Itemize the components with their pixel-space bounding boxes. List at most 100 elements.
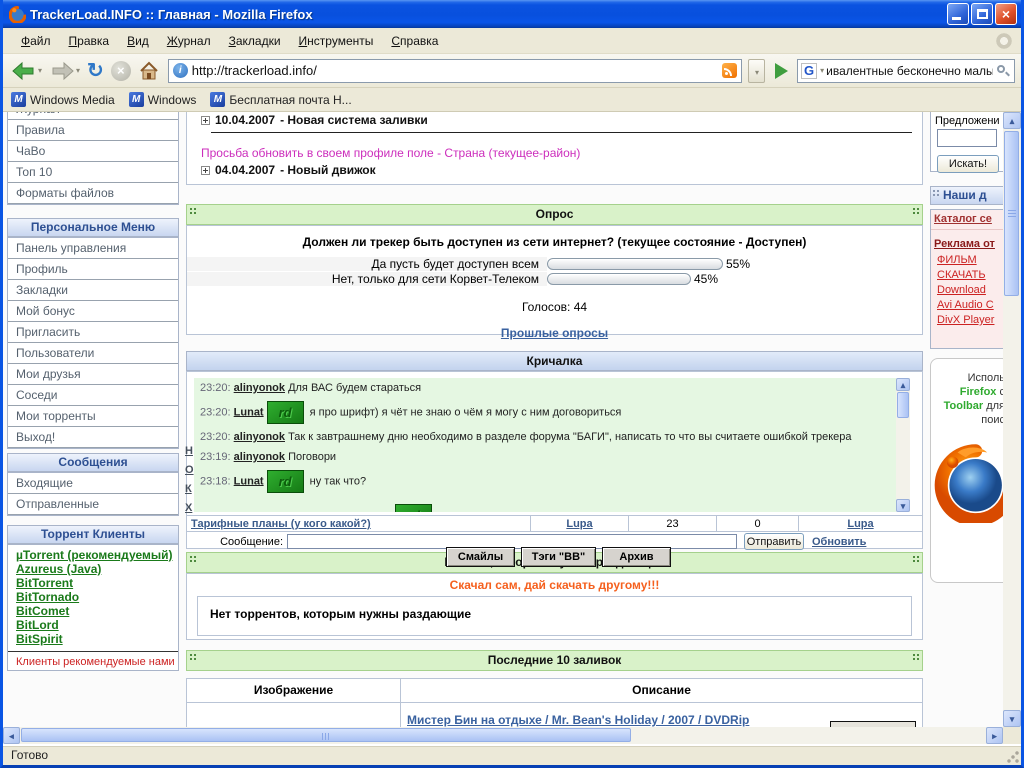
menu-item[interactable]: Инструменты <box>291 31 382 51</box>
rss-feed-icon[interactable] <box>722 63 737 78</box>
topic-user-link[interactable]: Lupa <box>566 518 592 530</box>
chat-scrollbar[interactable]: ▴ ▾ <box>896 378 910 512</box>
sidebar-item[interactable]: Профиль <box>8 259 178 280</box>
smilies-button[interactable]: Смайлы <box>446 547 515 567</box>
sidebar-item[interactable]: Пригласить <box>8 322 178 343</box>
close-button[interactable]: × <box>995 3 1017 25</box>
suggest-search-button[interactable]: Искать! <box>937 155 999 173</box>
chat-scroll-up-icon[interactable]: ▴ <box>896 378 910 391</box>
torrent-client-link[interactable]: BitLord <box>8 619 178 633</box>
google-engine-icon[interactable]: G <box>801 62 818 79</box>
sidebar-item[interactable]: ЧаВо <box>8 141 178 162</box>
go-button[interactable] <box>768 58 794 84</box>
ad-link[interactable]: Avi Audio C <box>931 298 1003 313</box>
chat-scroll-down-icon[interactable]: ▾ <box>896 499 910 512</box>
menu-item[interactable]: Файл <box>13 31 59 51</box>
url-dropdown-button[interactable]: ▾ <box>748 58 765 83</box>
scroll-right-icon[interactable]: ▸ <box>986 727 1003 744</box>
bookmark-item[interactable]: M Windows <box>128 92 196 107</box>
minimize-button[interactable] <box>947 3 969 25</box>
sidebar-item[interactable]: Топ 10 <box>8 162 178 183</box>
horizontal-scrollbar[interactable]: ◂ ▸ <box>3 727 1003 744</box>
bookmark-item[interactable]: M Windows Media <box>11 92 115 107</box>
sidebar-item[interactable]: Правила <box>8 120 178 141</box>
vertical-scroll-thumb[interactable] <box>1004 131 1019 296</box>
bookmark-item[interactable]: M Бесплатная почта Н... <box>210 92 352 107</box>
chat-user-link[interactable]: alinyonok <box>234 382 285 394</box>
ad-link[interactable]: DivX Player <box>931 313 1003 328</box>
menu-item[interactable]: Справка <box>383 31 446 51</box>
refresh-link[interactable]: Обновить <box>812 536 866 548</box>
sidebar-item[interactable]: Пользователи <box>8 343 178 364</box>
bb-tags-button[interactable]: Тэги "BB" <box>521 547 596 567</box>
torrent-client-link[interactable]: BitTorrent <box>8 577 178 591</box>
clipped-link[interactable]: О <box>185 464 194 483</box>
engine-dropdown-icon[interactable]: ▾ <box>820 66 824 75</box>
web-search-input[interactable] <box>826 63 993 78</box>
menu-item[interactable]: Правка <box>61 31 118 51</box>
sidebar-item[interactable]: Журнал <box>8 112 178 120</box>
chat-user-link[interactable]: Lunat <box>234 475 264 487</box>
torrent-client-link[interactable]: BitSpirit <box>8 633 178 647</box>
sidebar-item[interactable]: Мои торренты <box>8 406 178 427</box>
sidebar-item[interactable]: Отправленные <box>8 494 178 515</box>
torrent-client-link[interactable]: BitComet <box>8 605 178 619</box>
clipped-link[interactable]: Н <box>185 445 194 464</box>
sidebar-item[interactable]: Форматы файлов <box>8 183 178 204</box>
ad-link[interactable]: ФИЛЬМ <box>931 253 1003 268</box>
sidebar-item[interactable]: Мой бонус <box>8 301 178 322</box>
ad-link[interactable]: Download <box>931 283 1003 298</box>
menu-item[interactable]: Закладки <box>221 31 289 51</box>
back-dropdown-icon[interactable]: ▾ <box>38 66 42 75</box>
site-info-icon[interactable]: i <box>172 63 188 78</box>
url-input[interactable] <box>191 63 718 78</box>
firefox-promo-box[interactable]: Исполь Firefox с Toolbar для поис <box>930 358 1003 583</box>
sidebar-item[interactable]: Панель управления <box>8 238 178 259</box>
back-button[interactable]: ▾ <box>9 57 44 85</box>
menu-item[interactable]: Журнал <box>159 31 219 51</box>
expand-icon[interactable] <box>201 165 210 175</box>
topic-link[interactable]: Тарифные планы (у кого какой?) <box>191 518 371 530</box>
stop-button[interactable]: × <box>109 57 133 85</box>
scroll-left-icon[interactable]: ◂ <box>3 727 20 744</box>
chat-user-link[interactable]: Lunat <box>234 406 264 418</box>
expand-icon[interactable] <box>201 115 210 125</box>
search-bar[interactable]: G ▾ <box>797 58 1015 83</box>
reload-button[interactable]: ↻ <box>85 57 106 85</box>
news-title[interactable]: - Новый движок <box>280 163 376 177</box>
ad-link[interactable]: СКАЧАТЬ <box>931 268 1003 283</box>
sidebar-item[interactable]: Соседи <box>8 385 178 406</box>
chat-scroll-thumb[interactable] <box>897 392 909 418</box>
torrent-client-link[interactable]: µTorrent (рекомендуемый) <box>8 549 178 563</box>
sidebar-item[interactable]: Выход! <box>8 427 178 448</box>
past-polls-link[interactable]: Прошлые опросы <box>501 326 608 340</box>
scroll-down-icon[interactable]: ▾ <box>1003 710 1021 727</box>
forward-button[interactable]: ▾ <box>47 57 82 85</box>
vertical-scrollbar[interactable]: ▴ ▾ <box>1003 112 1021 727</box>
title-bar[interactable]: TrackerLoad.INFO :: Главная - Mozilla Fi… <box>3 0 1021 28</box>
sidebar-item[interactable]: Закладки <box>8 280 178 301</box>
chat-user-link[interactable]: alinyonok <box>234 451 285 463</box>
resize-grip[interactable] <box>1006 750 1020 764</box>
menu-item[interactable]: Вид <box>119 31 157 51</box>
home-button[interactable] <box>136 57 162 85</box>
torrent-client-link[interactable]: Azureus (Java) <box>8 563 178 577</box>
clipped-link[interactable]: Х <box>185 502 194 521</box>
catalog-link[interactable]: Каталог се <box>931 210 1003 230</box>
sidebar-item[interactable]: Входящие <box>8 473 178 494</box>
release-link[interactable]: Мистер Бин на отдыхе / Mr. Bean's Holida… <box>407 713 749 727</box>
torrent-client-link[interactable]: BitTornado <box>8 591 178 605</box>
suggest-input[interactable] <box>937 129 997 147</box>
maximize-button[interactable] <box>971 3 993 25</box>
news-title[interactable]: - Новая система заливки <box>280 113 428 127</box>
horizontal-scroll-thumb[interactable] <box>21 728 631 742</box>
archive-button[interactable]: Архив <box>602 547 671 567</box>
scroll-up-icon[interactable]: ▴ <box>1003 112 1021 129</box>
sidebar-item[interactable]: Мои друзья <box>8 364 178 385</box>
topic-last-user-link[interactable]: Lupa <box>847 518 873 530</box>
clipped-link[interactable]: К <box>185 483 194 502</box>
url-bar[interactable]: i <box>167 58 742 83</box>
forward-dropdown-icon[interactable]: ▾ <box>76 66 80 75</box>
chat-user-link[interactable]: alinyonok <box>234 431 285 443</box>
search-icon[interactable] <box>995 63 1011 79</box>
